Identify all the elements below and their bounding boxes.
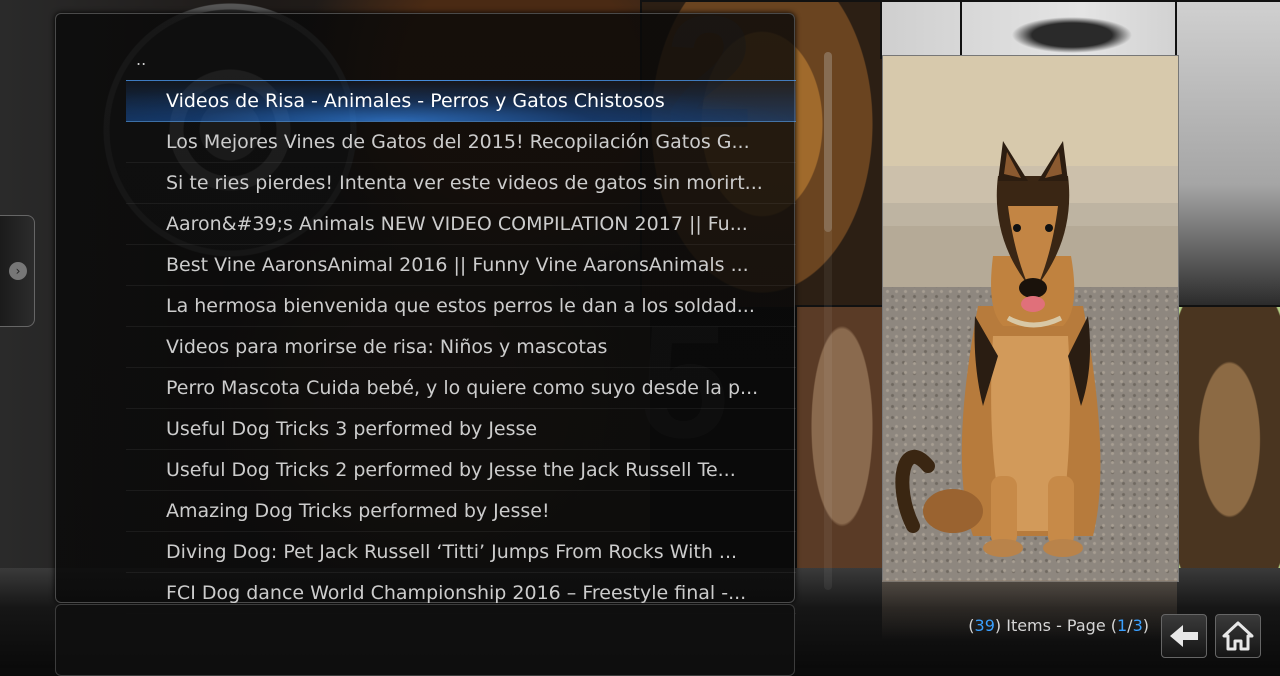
list-item[interactable]: Videos de Risa - Animales - Perros y Gat… [126, 80, 796, 122]
parent-folder-item[interactable]: .. [136, 50, 146, 69]
list-item[interactable]: La hermosa bienvenida que estos perros l… [126, 286, 796, 327]
back-arrow-icon [1170, 625, 1198, 647]
paren-close: ) [1142, 616, 1149, 635]
video-list-panel: .. Videos de Risa - Animales - Perros y … [55, 13, 832, 614]
list-item[interactable]: Diving Dog: Pet Jack Russell ‘Titti’ Jum… [126, 532, 796, 573]
total-pages: 3 [1132, 616, 1143, 635]
items-page-label: ) Items - Page ( [994, 616, 1117, 635]
list-item[interactable]: Amazing Dog Tricks performed by Jesse! [126, 491, 796, 532]
list-scrollbar[interactable] [824, 52, 832, 590]
scrollbar-thumb[interactable] [824, 52, 832, 232]
dog-illustration [883, 141, 1178, 557]
home-button[interactable] [1215, 614, 1261, 658]
home-icon [1222, 621, 1254, 651]
list-item[interactable]: Si te ries pierdes! Intenta ver este vid… [126, 163, 796, 204]
background-tile-yorkie-right [1175, 305, 1280, 574]
list-item[interactable]: Useful Dog Tricks 3 performed by Jesse [126, 409, 796, 450]
background-tile-snow-right [1175, 0, 1280, 309]
background-tile-black-dog [960, 0, 1184, 59]
info-panel [55, 604, 795, 676]
page-info: (39) Items - Page (1/3) [968, 616, 1149, 635]
list-item[interactable]: Videos para morirse de risa: Niños y mas… [126, 327, 796, 368]
list-item[interactable]: Aaron&#39;s Animals NEW VIDEO COMPILATIO… [126, 204, 796, 245]
list-item[interactable]: Perro Mascota Cuida bebé, y lo quiere co… [126, 368, 796, 409]
chevron-right-icon: › [9, 262, 27, 280]
list-item[interactable]: Los Mejores Vines de Gatos del 2015! Rec… [126, 122, 796, 163]
list-item[interactable]: Best Vine AaronsAnimal 2016 || Funny Vin… [126, 245, 796, 286]
selected-item-thumbnail [882, 55, 1179, 582]
back-button[interactable] [1161, 614, 1207, 658]
item-count: 39 [974, 616, 995, 635]
current-page: 1 [1116, 616, 1128, 635]
background-tile-yorkie [795, 305, 889, 574]
side-menu-tab[interactable]: › [0, 215, 35, 327]
list-item[interactable]: Useful Dog Tricks 2 performed by Jesse t… [126, 450, 796, 491]
video-list: Videos de Risa - Animales - Perros y Gat… [126, 80, 796, 614]
